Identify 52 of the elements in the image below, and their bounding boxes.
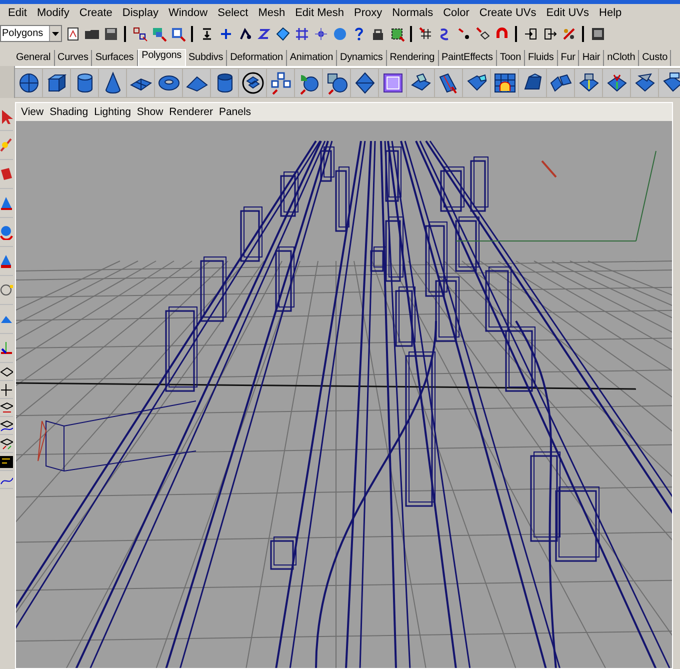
select-component-icon[interactable] — [170, 26, 186, 42]
new-scene-icon[interactable] — [64, 26, 80, 42]
grid-magnet-icon[interactable] — [418, 26, 434, 42]
input-arrow-icon[interactable] — [522, 26, 538, 42]
shelf-tab[interactable]: Polygons — [138, 49, 186, 66]
select-object-icon[interactable] — [150, 26, 166, 42]
select-tool-icon[interactable] — [0, 108, 13, 124]
octahedron-icon[interactable] — [352, 71, 376, 95]
menu-item[interactable]: Window — [163, 6, 213, 18]
menu-item[interactable]: Proxy — [349, 6, 388, 18]
render-region-icon[interactable] — [388, 26, 404, 42]
panel-menu-item[interactable]: Show — [134, 106, 166, 118]
menu-item[interactable]: Color — [438, 6, 474, 18]
menu-item[interactable]: Edit UVs — [541, 6, 594, 18]
grid-arch-icon[interactable] — [492, 71, 516, 95]
menu-item[interactable]: Help — [594, 6, 627, 18]
circled-planes-icon[interactable] — [240, 71, 264, 95]
menu-item[interactable]: Modify — [32, 6, 74, 18]
panel-menu-item[interactable]: Lighting — [91, 106, 134, 118]
select-hierarchy-icon[interactable] — [132, 26, 148, 42]
menu-item[interactable]: Edit Mesh — [290, 6, 350, 18]
viewport-panel[interactable]: View Shading Lighting Show Renderer Panels — [15, 102, 673, 669]
rotate-tool-icon[interactable] — [0, 224, 13, 240]
connected-squares-icon[interactable] — [268, 71, 292, 95]
point-magnet-icon[interactable] — [456, 26, 472, 42]
grid-frame-icon[interactable] — [294, 26, 310, 42]
menu-item[interactable]: Mesh — [253, 6, 290, 18]
render-icon[interactable] — [590, 26, 606, 42]
cube-icon[interactable] — [44, 71, 68, 95]
output-arrow-icon[interactable] — [542, 26, 558, 42]
panel-menu-item[interactable]: Shading — [46, 106, 92, 118]
menu-item[interactable]: Create — [74, 6, 118, 18]
show-manipulator-icon[interactable] — [0, 340, 13, 356]
diamond-icon[interactable] — [274, 26, 290, 42]
paint-tool-icon[interactable] — [0, 166, 13, 182]
panel-menu-item[interactable]: Renderer — [166, 106, 216, 118]
menu-item[interactable]: Select — [212, 6, 254, 18]
menu-item[interactable]: Create UVs — [474, 6, 542, 18]
surface-magnet-icon[interactable] — [474, 26, 490, 42]
menu-set-dropdown[interactable]: Polygons — [0, 25, 62, 42]
nested-square-icon[interactable] — [380, 71, 404, 95]
menu-item[interactable]: Edit — [3, 6, 32, 18]
menu-item[interactable]: Display — [117, 6, 164, 18]
manipulator-tool-icon[interactable] — [0, 282, 13, 298]
panel-menu-item[interactable]: View — [18, 106, 47, 118]
move-tool-icon[interactable] — [0, 195, 13, 211]
scale-tool-icon[interactable] — [0, 253, 13, 269]
menu-item[interactable]: Normals — [387, 6, 438, 18]
sphere-icon[interactable] — [16, 71, 40, 95]
combined-shapes-icon[interactable] — [324, 71, 348, 95]
panel-menu-item[interactable]: Panels — [216, 106, 254, 118]
lasso-tool-icon[interactable] — [0, 137, 13, 153]
